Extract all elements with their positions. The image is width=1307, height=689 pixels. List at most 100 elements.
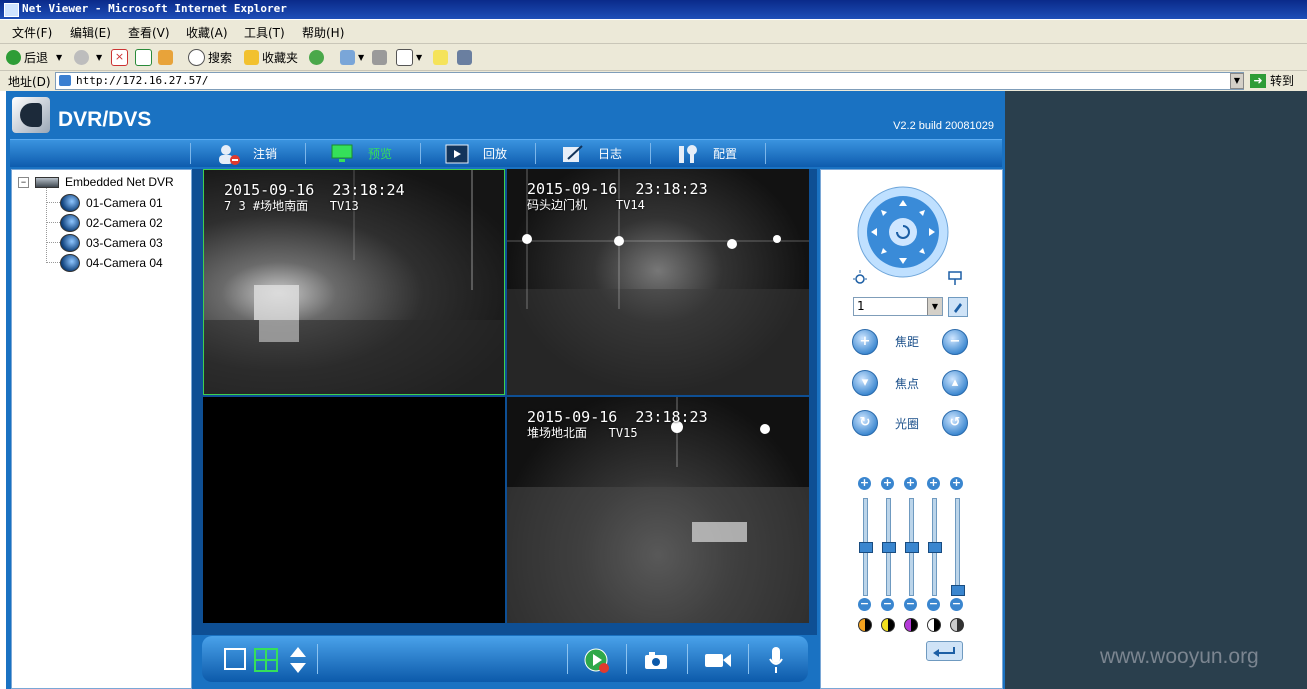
play-stop-icon	[584, 648, 609, 673]
print-button[interactable]	[372, 47, 390, 67]
volume-slider[interactable]	[955, 498, 960, 596]
address-input[interactable]: http://172.16.27.57/	[55, 72, 1244, 90]
menu-view[interactable]: 查看(V)	[128, 24, 170, 41]
tree-camera-04[interactable]: 04-Camera 04	[60, 254, 163, 272]
nav-config[interactable]: 配置	[675, 140, 737, 167]
nav-playback-label: 回放	[483, 147, 508, 161]
video-tile-2[interactable]: 2015-09-16 23:18:23 码头边门机 TV14	[507, 169, 809, 395]
mail-button[interactable]: ▼	[340, 47, 364, 67]
tree-camera-02[interactable]: 02-Camera 02	[60, 214, 163, 232]
ie-window-icon	[4, 3, 19, 17]
nav-log-label: 日志	[598, 147, 623, 161]
collapse-icon[interactable]: −	[18, 176, 29, 188]
hue-slider-thumb[interactable]	[928, 541, 942, 553]
iris-close-button[interactable]: ↺	[942, 410, 968, 436]
light-icon[interactable]	[852, 270, 868, 286]
history-button[interactable]	[309, 47, 327, 67]
goto-preset-button[interactable]	[948, 297, 968, 317]
preset-select[interactable]: 1 ▼	[853, 297, 943, 316]
home-button[interactable]	[158, 47, 176, 67]
address-dropdown-button[interactable]: ▼	[1230, 73, 1244, 89]
quad-view-button[interactable]	[254, 648, 278, 674]
menu-file[interactable]: 文件(F)	[12, 24, 52, 41]
zoom-out-button[interactable]: −	[942, 329, 968, 355]
volume-increase-button[interactable]: +	[950, 477, 963, 490]
volume-decrease-button[interactable]: −	[950, 598, 963, 611]
brightness-decrease-button[interactable]: −	[858, 598, 871, 611]
camera-icon	[60, 254, 80, 272]
dropdown-arrow-icon: ▼	[358, 52, 365, 62]
brightness-increase-button[interactable]: +	[858, 477, 871, 490]
dropdown-arrow-icon[interactable]: ▼	[927, 298, 942, 315]
zoom-in-button[interactable]: +	[852, 329, 878, 355]
back-button[interactable]: 后退 ▼	[6, 47, 62, 67]
hue-decrease-button[interactable]: −	[927, 598, 940, 611]
focus-far-button[interactable]: ▴	[942, 370, 968, 396]
snapshot-button[interactable]	[644, 650, 668, 676]
restore-default-button[interactable]	[926, 641, 963, 661]
talk-button[interactable]	[768, 645, 784, 673]
stop-preview-button[interactable]	[584, 648, 610, 674]
saturation-increase-button[interactable]: +	[904, 477, 917, 490]
nav-preview-label: 预览	[368, 147, 393, 161]
messenger-button[interactable]	[457, 47, 475, 67]
saturation-decrease-button[interactable]: −	[904, 598, 917, 611]
search-label: 搜索	[208, 50, 233, 65]
address-bar: 地址(D) http://172.16.27.57/ ▼ ➜ 转到	[0, 71, 1307, 91]
dropdown-arrow-icon: ▼	[416, 52, 423, 62]
dropdown-arrow-icon: ▼	[96, 52, 103, 62]
menu-favorites[interactable]: 收藏(A)	[186, 24, 228, 41]
go-label: 转到	[1270, 74, 1295, 88]
contrast-slider-thumb[interactable]	[882, 541, 896, 553]
forward-button[interactable]: ▼	[74, 47, 102, 67]
focus-near-button[interactable]: ▾	[852, 370, 878, 396]
iris-open-button[interactable]: ↻	[852, 410, 878, 436]
main-nav: 注销 预览 回放 日志 配置	[10, 139, 1002, 167]
app-logo	[12, 97, 50, 133]
hue-icon	[927, 618, 941, 632]
discuss-button[interactable]	[433, 47, 451, 67]
tree-camera-01[interactable]: 01-Camera 01	[60, 194, 163, 212]
tree-root-label: Embedded Net DVR	[65, 175, 174, 189]
page-switch-button[interactable]	[288, 645, 308, 673]
contrast-increase-button[interactable]: +	[881, 477, 894, 490]
video-tile-1[interactable]: 2015-09-16 23:18:24 7 3 #场地南面 TV13	[203, 169, 505, 395]
nav-logout[interactable]: 注销	[215, 140, 277, 167]
single-view-button[interactable]	[224, 648, 246, 670]
menu-help[interactable]: 帮助(H)	[302, 24, 344, 41]
wiper-icon[interactable]	[947, 270, 963, 286]
favorites-button[interactable]: 收藏夹	[244, 47, 298, 67]
brightness-slider-thumb[interactable]	[859, 541, 873, 553]
video-tile-3-empty[interactable]	[203, 397, 505, 623]
record-button[interactable]	[704, 651, 732, 677]
menu-edit[interactable]: 编辑(E)	[70, 24, 111, 41]
nav-playback[interactable]: 回放	[445, 140, 507, 167]
camera-icon	[60, 194, 80, 212]
go-arrow-icon: ➜	[1250, 73, 1266, 88]
tree-root-dvr[interactable]: − Embedded Net DVR	[18, 175, 174, 189]
video-tile-4[interactable]: 2015-09-16 23:18:23 堆场地北面 TV15	[507, 397, 809, 623]
nav-preview[interactable]: 预览	[330, 140, 392, 167]
brightness-icon	[858, 618, 872, 632]
ptz-direction-pad[interactable]	[857, 186, 949, 278]
window-title: Net Viewer - Microsoft Internet Explorer	[22, 2, 287, 15]
quad-grid-icon	[254, 648, 278, 672]
search-button[interactable]: 搜索	[188, 47, 232, 67]
volume-slider-thumb[interactable]	[951, 585, 965, 596]
menu-tools[interactable]: 工具(T)	[244, 24, 285, 41]
stop-button[interactable]: ×	[111, 47, 131, 67]
tree-camera-03[interactable]: 03-Camera 03	[60, 234, 163, 252]
tile-1-timestamp: 2015-09-16 23:18:24	[224, 181, 405, 199]
log-pencil-icon	[560, 143, 586, 165]
nav-log[interactable]: 日志	[560, 140, 622, 167]
tile-2-timestamp: 2015-09-16 23:18:23	[527, 180, 708, 198]
go-button[interactable]: ➜ 转到	[1250, 72, 1294, 89]
refresh-button[interactable]	[135, 47, 155, 67]
camera-snapshot-icon	[645, 652, 667, 669]
preset-value: 1	[857, 299, 865, 313]
address-label: 地址(D)	[8, 75, 51, 89]
saturation-slider-thumb[interactable]	[905, 541, 919, 553]
edit-button[interactable]: ▼	[396, 47, 422, 67]
contrast-decrease-button[interactable]: −	[881, 598, 894, 611]
hue-increase-button[interactable]: +	[927, 477, 940, 490]
